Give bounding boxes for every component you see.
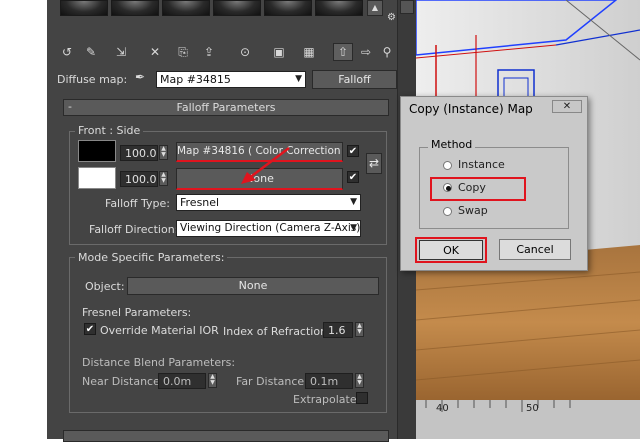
front-side-label: Front : Side <box>75 124 144 137</box>
sample-options-icon[interactable]: ⚙ <box>387 12 397 26</box>
far-distance-field[interactable]: 0.1m <box>305 373 353 389</box>
sample-slot-3[interactable] <box>162 0 210 16</box>
copy-radio[interactable] <box>443 183 452 192</box>
method-label: Method <box>428 138 476 151</box>
near-distance-spinner[interactable]: ▲ ▼ <box>208 373 217 388</box>
swap-radio[interactable] <box>443 207 452 216</box>
falloff-type-value: Fresnel <box>180 196 220 209</box>
sample-scroll-arrow[interactable]: ▲ <box>367 0 383 16</box>
falloff-parameters-title: Falloff Parameters <box>176 101 276 114</box>
copy-instance-map-dialog: Copy (Instance) Map ✕ Method Instance Co… <box>400 96 588 271</box>
navigator-icon[interactable]: ⚲ <box>377 43 397 61</box>
ior-spinner[interactable]: ▲ ▼ <box>355 322 364 337</box>
material-name-dropdown[interactable]: Map #34815 ▼ <box>156 71 306 88</box>
scroll-up-arrow[interactable] <box>400 0 414 14</box>
override-ior-label: Override Material IOR <box>100 324 219 337</box>
assign-icon[interactable]: ⇲ <box>111 43 131 61</box>
go-sibling-icon[interactable]: ⇨ <box>356 43 376 61</box>
front-amount-field[interactable]: 100.0 <box>120 145 158 161</box>
near-distance-field[interactable]: 0.0m <box>158 373 206 389</box>
extrapolate-label: Extrapolate <box>293 393 357 406</box>
material-id-icon[interactable]: ⊙ <box>235 43 255 61</box>
distance-blend-label: Distance Blend Parameters: <box>82 356 236 369</box>
extrapolate-checkbox[interactable] <box>356 392 368 404</box>
chevron-down-icon: ▼ <box>350 197 357 207</box>
object-pick-button[interactable]: None <box>127 277 379 295</box>
front-map-checkbox[interactable]: ✔ <box>347 145 359 157</box>
show-map-icon[interactable]: ▣ <box>269 43 289 61</box>
drag-arrow-annotation <box>241 147 290 184</box>
close-icon[interactable]: ✕ <box>552 100 582 113</box>
next-rollout-header[interactable] <box>63 430 389 442</box>
near-distance-label: Near Distance: <box>82 375 164 388</box>
select-icon[interactable]: ↺ <box>57 43 77 61</box>
far-distance-label: Far Distance: <box>236 375 308 388</box>
go-parent-icon[interactable]: ⇧ <box>333 43 353 61</box>
material-editor-panel: ▲ ⚙ ↺ ✎ ⇲ ✕ ⎘ ⇪ ⊙ ▣ ▦ ⇧ ⇨ ⚲ Diffuse map:… <box>47 0 397 442</box>
chevron-down-icon: ▼ <box>295 74 302 84</box>
ok-button[interactable]: OK <box>419 240 483 260</box>
falloff-direction-value: Viewing Direction (Camera Z-Axis) <box>180 222 361 234</box>
side-color-swatch[interactable] <box>78 167 116 189</box>
ior-field[interactable]: 1.6 <box>323 322 353 338</box>
sample-slot-2[interactable] <box>111 0 159 16</box>
side-amount-spinner[interactable]: ▲ ▼ <box>159 171 168 186</box>
falloff-type-label: Falloff Type: <box>105 197 170 210</box>
falloff-type-dropdown[interactable]: Fresnel ▼ <box>176 194 361 211</box>
fresnel-parameters-label: Fresnel Parameters: <box>82 306 192 319</box>
object-label: Object: <box>85 280 125 293</box>
unique-icon[interactable]: ⎘ <box>173 43 193 61</box>
sample-slot-5[interactable] <box>264 0 312 16</box>
swap-icon[interactable]: ⇄ <box>366 153 382 174</box>
map-type-button[interactable]: Falloff <box>312 70 397 89</box>
cancel-button[interactable]: Cancel <box>499 239 571 260</box>
instance-label[interactable]: Instance <box>458 158 505 171</box>
eyedropper-icon[interactable]: ✎ <box>81 43 101 61</box>
mode-specific-title: Mode Specific Parameters: <box>75 251 228 264</box>
instance-radio[interactable] <box>443 161 452 170</box>
side-amount-field[interactable]: 100.0 <box>120 171 158 187</box>
ruler-label-50: 50 <box>526 403 539 414</box>
override-ior-checkbox[interactable]: ✔ <box>84 323 96 335</box>
ior-label: Index of Refraction <box>223 325 328 338</box>
side-map-checkbox[interactable]: ✔ <box>347 171 359 183</box>
eyedropper-pick-icon[interactable]: ✒ <box>135 70 151 86</box>
chevron-down-icon: ▼ <box>350 223 357 233</box>
put-library-icon[interactable]: ⇪ <box>199 43 219 61</box>
falloff-direction-dropdown[interactable]: Viewing Direction (Camera Z-Axis) ▼ <box>176 220 361 237</box>
material-name-value: Map #34815 <box>160 73 231 86</box>
copy-label[interactable]: Copy <box>458 181 486 194</box>
show-end-icon[interactable]: ▦ <box>299 43 319 61</box>
diffuse-map-label: Diffuse map: <box>57 73 128 86</box>
falloff-rollout-header[interactable]: - Falloff Parameters <box>63 99 389 116</box>
sample-slot-1[interactable] <box>60 0 108 16</box>
ruler-label-40: 40 <box>436 403 449 414</box>
sample-slot-4[interactable] <box>213 0 261 16</box>
far-distance-spinner[interactable]: ▲ ▼ <box>355 373 364 388</box>
delete-icon[interactable]: ✕ <box>145 43 165 61</box>
swap-label[interactable]: Swap <box>458 204 488 217</box>
sample-slot-6[interactable] <box>315 0 363 16</box>
dialog-title: Copy (Instance) Map <box>409 102 533 116</box>
falloff-direction-label: Falloff Direction: <box>89 223 179 236</box>
front-color-swatch[interactable] <box>78 140 116 162</box>
front-amount-spinner[interactable]: ▲ ▼ <box>159 145 168 160</box>
